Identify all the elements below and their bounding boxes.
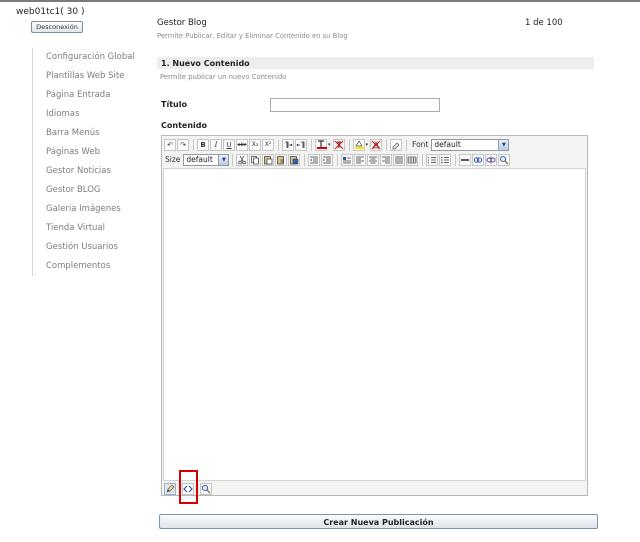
size-label: Size — [165, 155, 181, 164]
sidebar-item-tienda-virtual[interactable]: Tienda Virtual — [33, 219, 144, 238]
user-title: web01tc1( 30 ) — [16, 7, 85, 17]
ltr-direction-icon[interactable] — [282, 138, 294, 151]
underline-button[interactable]: U — [223, 138, 235, 151]
section-subtitle: Permite publicar un nuevo Contenido — [160, 73, 287, 81]
size-select-value: default — [186, 155, 213, 164]
align-center-icon[interactable] — [367, 153, 380, 166]
font-select-value: default — [434, 140, 461, 149]
toolbar-separator — [406, 138, 408, 151]
sidebar-item-galeria-imagenes[interactable]: Galeria Imágenes — [33, 200, 144, 219]
section-title: 1. Nuevo Contenido — [161, 59, 250, 68]
text-color-icon[interactable] — [315, 138, 327, 151]
sidebar-nav: Configuración Global Plantillas Web Site… — [32, 48, 144, 276]
html-mode-highlight-box — [179, 470, 198, 504]
font-label: Font — [412, 140, 429, 149]
font-select[interactable]: default ▼ — [431, 138, 510, 151]
align-right-icon[interactable] — [380, 153, 393, 166]
toolbar-separator — [278, 138, 279, 151]
editor-toolbar-row-1: ↶ ↷ B I U abc X₂ X² ▾ ▾ Font default ▼ — [164, 137, 510, 152]
table-icon[interactable] — [406, 153, 419, 166]
link-icon[interactable] — [472, 153, 485, 166]
sidebar-item-gestor-blog[interactable]: Gestor BLOG — [33, 181, 144, 200]
logout-button[interactable]: Desconexión — [31, 21, 83, 33]
indent-icon[interactable] — [321, 153, 334, 166]
sidebar-item-gestor-noticias[interactable]: Gestor Noticias — [33, 162, 144, 181]
paste-text-icon[interactable] — [275, 153, 288, 166]
toolbar-separator — [455, 153, 457, 166]
toolbar-separator — [232, 153, 234, 166]
chevron-down-icon: ▼ — [498, 139, 509, 150]
background-color-dropdown-icon[interactable]: ▾ — [366, 142, 369, 148]
bullet-list-icon[interactable] — [439, 153, 452, 166]
editor-toolbar-row-2: Size default ▼ — [164, 152, 511, 167]
toolbar-separator — [386, 138, 388, 151]
paste-icon[interactable] — [262, 153, 275, 166]
toolbar-separator — [337, 153, 339, 166]
unlink-icon[interactable] — [485, 153, 498, 166]
chevron-down-icon: ▼ — [218, 154, 229, 165]
toolbar-separator — [304, 153, 306, 166]
paragraph-format-icon[interactable] — [341, 153, 354, 166]
align-left-icon[interactable] — [354, 153, 367, 166]
editor-mode-bar — [163, 483, 586, 495]
toolbar-separator — [311, 138, 312, 151]
page-title: Gestor Blog — [157, 18, 207, 28]
paste-word-icon[interactable] — [288, 153, 301, 166]
top-border — [0, 0, 640, 2]
copy-icon[interactable] — [249, 153, 262, 166]
sidebar-item-gestion-usuarios[interactable]: Gestión Usuarios — [33, 238, 144, 257]
undo-button[interactable]: ↶ — [164, 138, 176, 151]
pagination-indicator: 1 de 100 — [525, 18, 563, 28]
background-color-icon[interactable] — [352, 138, 365, 151]
search-icon[interactable] — [498, 153, 511, 166]
italic-button[interactable]: I — [210, 138, 222, 151]
create-post-button[interactable]: Crear Nueva Publicación — [159, 514, 598, 529]
sidebar-item-idiomas[interactable]: Idiomas — [33, 105, 144, 124]
subscript-button[interactable]: X₂ — [249, 138, 261, 151]
preview-mode-icon[interactable] — [200, 483, 212, 495]
text-color-swatch — [317, 146, 327, 149]
editor-content-area[interactable] — [163, 168, 586, 481]
outdent-icon[interactable] — [308, 153, 321, 166]
sidebar-item-pagina-entrada[interactable]: Página Entrada — [33, 86, 144, 105]
rich-text-editor: ↶ ↷ B I U abc X₂ X² ▾ ▾ Font default ▼ S… — [161, 135, 588, 496]
sidebar-item-complementos[interactable]: Complementos — [33, 257, 144, 276]
toolbar-separator — [348, 138, 350, 151]
clear-background-color-icon[interactable] — [370, 138, 383, 151]
sidebar-item-barra-menus[interactable]: Barra Menús — [33, 124, 144, 143]
size-select[interactable]: default ▼ — [183, 153, 230, 166]
superscript-button[interactable]: X² — [262, 138, 274, 151]
sidebar-item-configuracion-global[interactable]: Configuración Global — [33, 48, 144, 67]
content-label: Contenido — [161, 121, 207, 130]
design-mode-icon[interactable] — [164, 483, 176, 495]
clear-text-color-icon[interactable] — [332, 138, 345, 151]
strikethrough-button[interactable]: abc — [236, 138, 248, 151]
toolbar-separator — [193, 138, 194, 151]
sidebar-item-paginas-web[interactable]: Páginas Web — [33, 143, 144, 162]
horizontal-rule-icon[interactable] — [459, 153, 472, 166]
bold-button[interactable]: B — [197, 138, 209, 151]
toolbar-separator — [422, 153, 424, 166]
page-subtitle: Permite Publicar, Editar y Eliminar Cont… — [157, 32, 348, 40]
title-label: Título — [161, 100, 187, 109]
text-color-dropdown-icon[interactable]: ▾ — [328, 142, 331, 148]
title-input[interactable] — [270, 98, 440, 112]
redo-button[interactable]: ↷ — [177, 138, 189, 151]
align-justify-icon[interactable] — [393, 153, 406, 166]
ordered-list-icon[interactable] — [426, 153, 439, 166]
eraser-icon[interactable] — [390, 138, 403, 151]
cut-icon[interactable] — [236, 153, 249, 166]
rtl-direction-icon[interactable] — [295, 138, 307, 151]
background-color-swatch — [354, 146, 365, 149]
sidebar-item-plantillas-web-site[interactable]: Plantillas Web Site — [33, 67, 144, 86]
